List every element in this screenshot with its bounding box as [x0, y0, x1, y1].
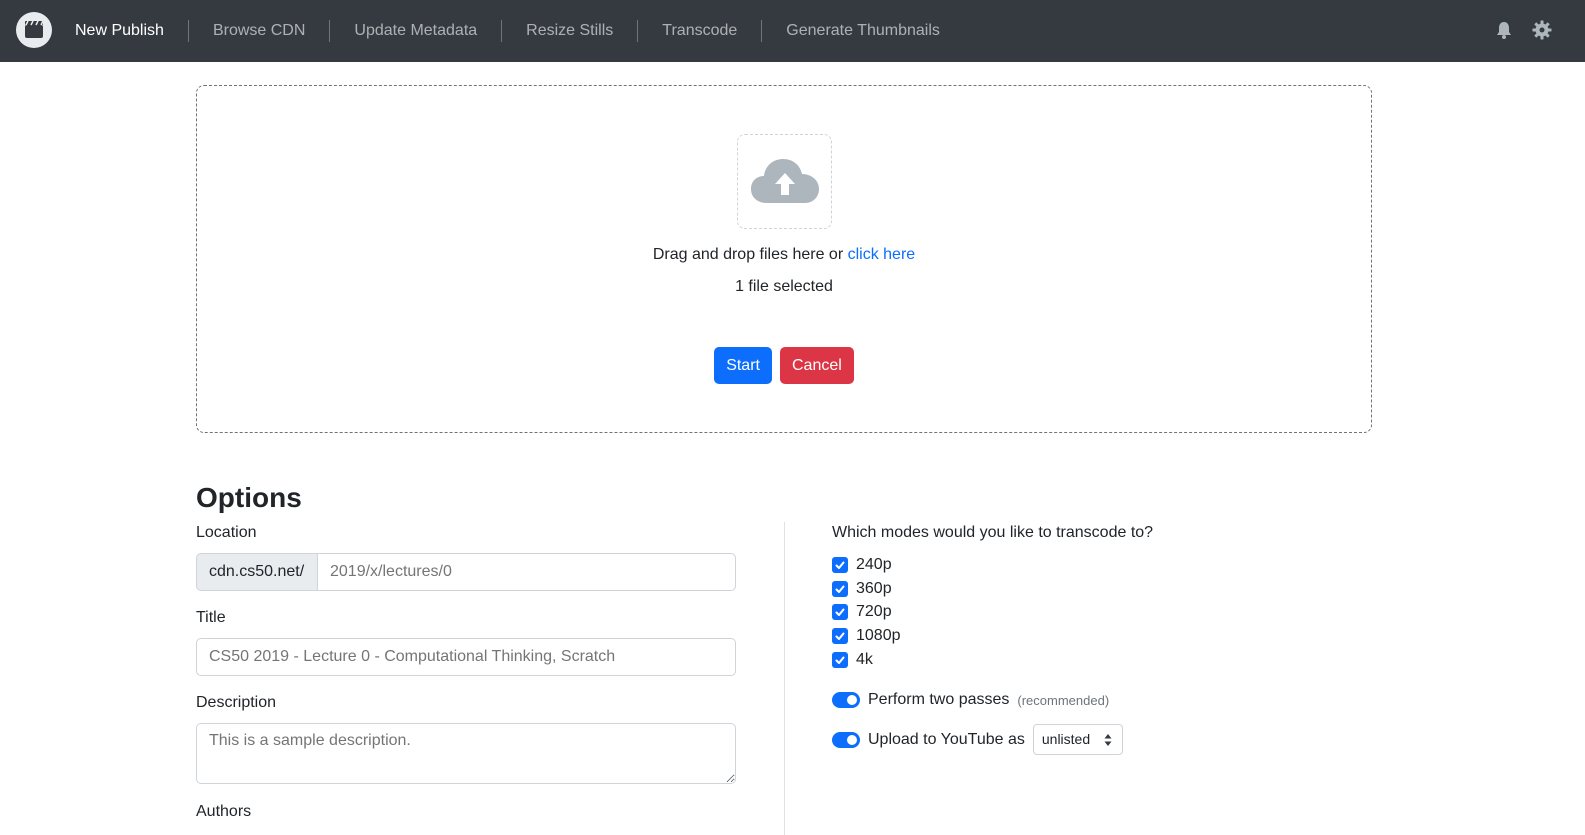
- column-divider: [784, 522, 785, 835]
- checkbox-checked-icon[interactable]: [832, 604, 848, 620]
- location-input-group: cdn.cs50.net/: [196, 553, 736, 591]
- checkbox-checked-icon[interactable]: [832, 652, 848, 668]
- location-prefix: cdn.cs50.net/: [196, 553, 318, 591]
- mode-checkbox-720p[interactable]: 720p: [832, 602, 892, 622]
- youtube-label: Upload to YouTube as: [868, 730, 1025, 748]
- dropzone-actions: Start Cancel: [197, 347, 1371, 384]
- upload-box[interactable]: [737, 134, 832, 229]
- click-here-link[interactable]: click here: [848, 246, 916, 263]
- clapperboard-icon[interactable]: [16, 12, 52, 48]
- two-passes-toggle[interactable]: [832, 692, 860, 708]
- two-passes-label: Perform two passes: [868, 691, 1010, 708]
- nav-item-transcode[interactable]: Transcode: [637, 20, 761, 42]
- top-navbar: New Publish Browse CDN Update Metadata R…: [0, 0, 1585, 62]
- drop-text: Drag and drop files here or: [652, 246, 848, 263]
- cancel-button[interactable]: Cancel: [779, 347, 854, 384]
- mode-checkbox-4k[interactable]: 4k: [832, 650, 873, 670]
- mode-checkbox-240p[interactable]: 240p: [832, 555, 892, 575]
- mode-label: 240p: [856, 556, 892, 573]
- toggle-knob: [847, 734, 857, 745]
- toggle-knob: [847, 695, 857, 705]
- two-passes-note: (recommended): [1017, 692, 1110, 708]
- nav-item-generate-thumbnails[interactable]: Generate Thumbnails: [761, 20, 964, 42]
- checkbox-checked-icon[interactable]: [832, 628, 848, 644]
- mode-checkbox-360p[interactable]: 360p: [832, 579, 892, 599]
- authors-label: Authors: [196, 803, 252, 820]
- nav-item-resize-stills[interactable]: Resize Stills: [501, 20, 637, 42]
- title-label: Title: [196, 609, 226, 626]
- location-input[interactable]: [318, 553, 736, 591]
- modes-question: Which modes would you like to transcode …: [832, 524, 1154, 541]
- drop-instructions: Drag and drop files here or click here: [197, 246, 1371, 264]
- description-textarea[interactable]: [196, 723, 736, 784]
- gear-icon[interactable]: [1531, 19, 1553, 41]
- two-passes-row: Perform two passes (recommended): [832, 689, 1109, 711]
- options-heading: Options: [196, 482, 302, 513]
- file-count: 1 file selected: [735, 278, 833, 295]
- nav-menu: New Publish Browse CDN Update Metadata R…: [64, 0, 964, 62]
- mode-label: 1080p: [856, 627, 901, 644]
- select-caret-icon: [1104, 734, 1112, 746]
- title-input[interactable]: [196, 638, 736, 676]
- youtube-privacy-select[interactable]: unlisted: [1032, 724, 1123, 755]
- bell-icon[interactable]: [1493, 19, 1515, 41]
- checkbox-checked-icon[interactable]: [832, 557, 848, 573]
- nav-item-browse-cdn[interactable]: Browse CDN: [187, 20, 329, 42]
- cloud-upload-icon: [751, 159, 819, 203]
- mode-checkbox-1080p[interactable]: 1080p: [832, 626, 901, 646]
- nav-item-update-metadata[interactable]: Update Metadata: [329, 20, 501, 42]
- checkbox-checked-icon[interactable]: [832, 581, 848, 597]
- mode-label: 4k: [856, 651, 873, 668]
- mode-label: 720p: [856, 603, 892, 620]
- youtube-toggle[interactable]: [832, 731, 860, 748]
- youtube-row: Upload to YouTube as unlisted: [832, 724, 1123, 755]
- start-button[interactable]: Start: [714, 347, 772, 384]
- youtube-privacy-value: unlisted: [1041, 731, 1091, 747]
- mode-label: 360p: [856, 580, 892, 597]
- nav-item-new-publish[interactable]: New Publish: [64, 20, 188, 42]
- nav-icons: [1493, 19, 1553, 41]
- description-label: Description: [196, 694, 277, 711]
- file-dropzone[interactable]: Drag and drop files here or click here 1…: [196, 85, 1372, 433]
- location-label: Location: [196, 524, 257, 541]
